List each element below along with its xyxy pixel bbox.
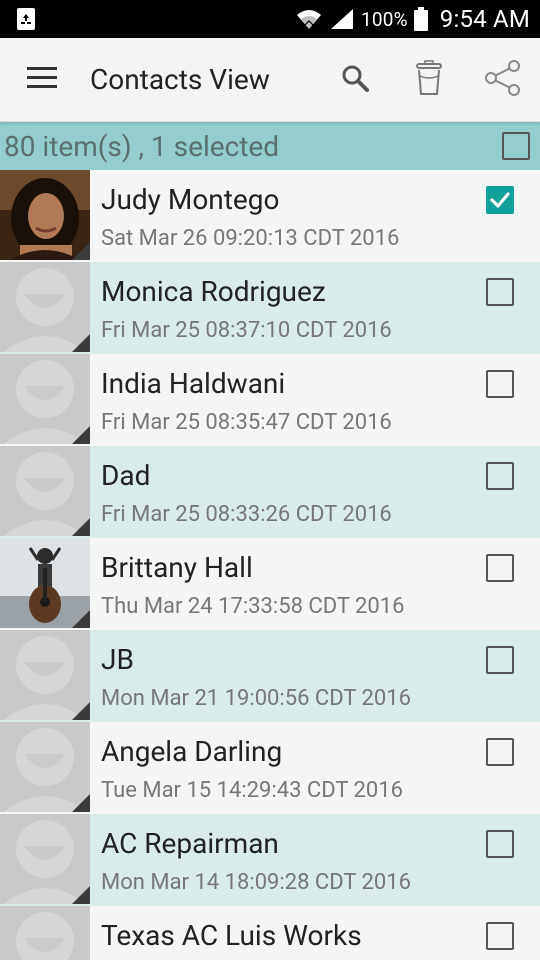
contact-name: Texas AC Luis Works: [101, 919, 362, 952]
row-text: JB Mon Mar 21 19:00:56 CDT 2016: [90, 630, 486, 722]
page-title: Contacts View: [90, 63, 270, 96]
contact-row[interactable]: Monica Rodriguez Fri Mar 25 08:37:10 CDT…: [0, 262, 540, 354]
row-text: India Haldwani Fri Mar 25 08:35:47 CDT 2…: [90, 354, 486, 446]
contact-name: Dad: [101, 459, 151, 492]
row-text: Monica Rodriguez Fri Mar 25 08:37:10 CDT…: [90, 262, 486, 354]
row-check-cell: [486, 630, 540, 722]
contact-date: Fri Mar 25 08:37:10 CDT 2016: [101, 318, 392, 343]
menu-button[interactable]: [0, 38, 84, 122]
avatar: [0, 814, 90, 904]
trash-icon: [415, 59, 443, 100]
quick-contact-corner-icon: [72, 702, 90, 720]
contact-checkbox[interactable]: [486, 370, 514, 398]
contact-date: Fri Mar 25 08:35:47 CDT 2016: [101, 410, 392, 435]
contact-name: Angela Darling: [101, 735, 283, 768]
contact-date: Mon Mar 21 19:00:56 CDT 2016: [101, 686, 412, 711]
default-avatar-icon: [0, 906, 90, 960]
avatar: [0, 446, 90, 536]
selection-header: 80 item(s) , 1 selected: [0, 122, 540, 170]
row-check-cell: [486, 262, 540, 354]
row-check-cell: [486, 170, 540, 262]
action-bar: Contacts View: [0, 38, 540, 122]
row-check-cell: [486, 538, 540, 630]
recycle-notification-icon: [16, 7, 36, 31]
share-icon: [484, 59, 522, 101]
contact-date: Tue Mar 15 14:29:43 CDT 2016: [101, 778, 404, 803]
delete-button[interactable]: [392, 38, 466, 122]
search-button[interactable]: [318, 38, 392, 122]
row-text: Angela Darling Tue Mar 15 14:29:43 CDT 2…: [90, 722, 486, 814]
contact-row[interactable]: AC Repairman Mon Mar 14 18:09:28 CDT 201…: [0, 814, 540, 906]
row-check-cell: [486, 446, 540, 538]
contact-list: Judy Montego Sat Mar 26 09:20:13 CDT 201…: [0, 170, 540, 960]
status-right: 100% 9:54 AM: [295, 5, 530, 33]
row-text: AC Repairman Mon Mar 14 18:09:28 CDT 201…: [90, 814, 486, 906]
contact-date: Thu Mar 24 17:33:58 CDT 2016: [101, 594, 405, 619]
contact-date: Sat Mar 26 09:20:13 CDT 2016: [101, 226, 400, 251]
contact-date: Fri Mar 25 08:33:26 CDT 2016: [101, 502, 392, 527]
contact-row[interactable]: Dad Fri Mar 25 08:33:26 CDT 2016: [0, 446, 540, 538]
avatar: [0, 722, 90, 812]
row-text: Dad Fri Mar 25 08:33:26 CDT 2016: [90, 446, 486, 538]
quick-contact-corner-icon: [72, 886, 90, 904]
row-check-cell: [486, 354, 540, 446]
search-icon: [341, 64, 369, 96]
checkmark-icon: [490, 192, 510, 208]
contact-row[interactable]: JB Mon Mar 21 19:00:56 CDT 2016: [0, 630, 540, 722]
status-left: [16, 7, 36, 31]
contact-checkbox[interactable]: [486, 186, 514, 214]
wifi-icon: [295, 7, 323, 31]
avatar: [0, 170, 90, 260]
contact-row[interactable]: Judy Montego Sat Mar 26 09:20:13 CDT 201…: [0, 170, 540, 262]
battery-percent: 100%: [360, 7, 408, 31]
row-text: Brittany Hall Thu Mar 24 17:33:58 CDT 20…: [90, 538, 486, 630]
contact-checkbox[interactable]: [486, 830, 514, 858]
battery-icon: [413, 7, 428, 31]
contact-date: Mon Mar 14 18:09:28 CDT 2016: [101, 870, 412, 895]
clock: 9:54 AM: [439, 5, 530, 33]
contact-name: AC Repairman: [101, 827, 279, 860]
contact-checkbox[interactable]: [486, 554, 514, 582]
avatar: [0, 906, 90, 960]
quick-contact-corner-icon: [72, 794, 90, 812]
status-bar: 100% 9:54 AM: [0, 0, 540, 38]
quick-contact-corner-icon: [72, 518, 90, 536]
contact-row[interactable]: India Haldwani Fri Mar 25 08:35:47 CDT 2…: [0, 354, 540, 446]
contact-name: India Haldwani: [101, 367, 286, 400]
contact-row[interactable]: Brittany Hall Thu Mar 24 17:33:58 CDT 20…: [0, 538, 540, 630]
menu-icon: [27, 66, 57, 93]
avatar: [0, 262, 90, 352]
row-text: Judy Montego Sat Mar 26 09:20:13 CDT 201…: [90, 170, 486, 262]
signal-icon: [329, 7, 355, 31]
row-check-cell: [486, 722, 540, 814]
contact-checkbox[interactable]: [486, 922, 514, 950]
avatar: [0, 630, 90, 720]
contact-row[interactable]: Texas AC Luis Works: [0, 906, 540, 960]
contact-checkbox[interactable]: [486, 462, 514, 490]
quick-contact-corner-icon: [72, 610, 90, 628]
contact-name: JB: [101, 643, 134, 676]
contact-name: Brittany Hall: [101, 551, 253, 584]
quick-contact-corner-icon: [72, 334, 90, 352]
contact-checkbox[interactable]: [486, 738, 514, 766]
contact-checkbox[interactable]: [486, 646, 514, 674]
select-all-checkbox[interactable]: [502, 132, 530, 160]
row-check-cell: [486, 814, 540, 906]
avatar: [0, 538, 90, 628]
quick-contact-corner-icon: [72, 242, 90, 260]
contact-checkbox[interactable]: [486, 278, 514, 306]
contact-row[interactable]: Angela Darling Tue Mar 15 14:29:43 CDT 2…: [0, 722, 540, 814]
row-check-cell: [486, 906, 540, 960]
row-text: Texas AC Luis Works: [90, 906, 486, 960]
quick-contact-corner-icon: [72, 426, 90, 444]
selection-summary: 80 item(s) , 1 selected: [4, 129, 280, 163]
share-button[interactable]: [466, 38, 540, 122]
contact-name: Judy Montego: [101, 183, 280, 216]
avatar: [0, 354, 90, 444]
contact-name: Monica Rodriguez: [101, 275, 326, 308]
